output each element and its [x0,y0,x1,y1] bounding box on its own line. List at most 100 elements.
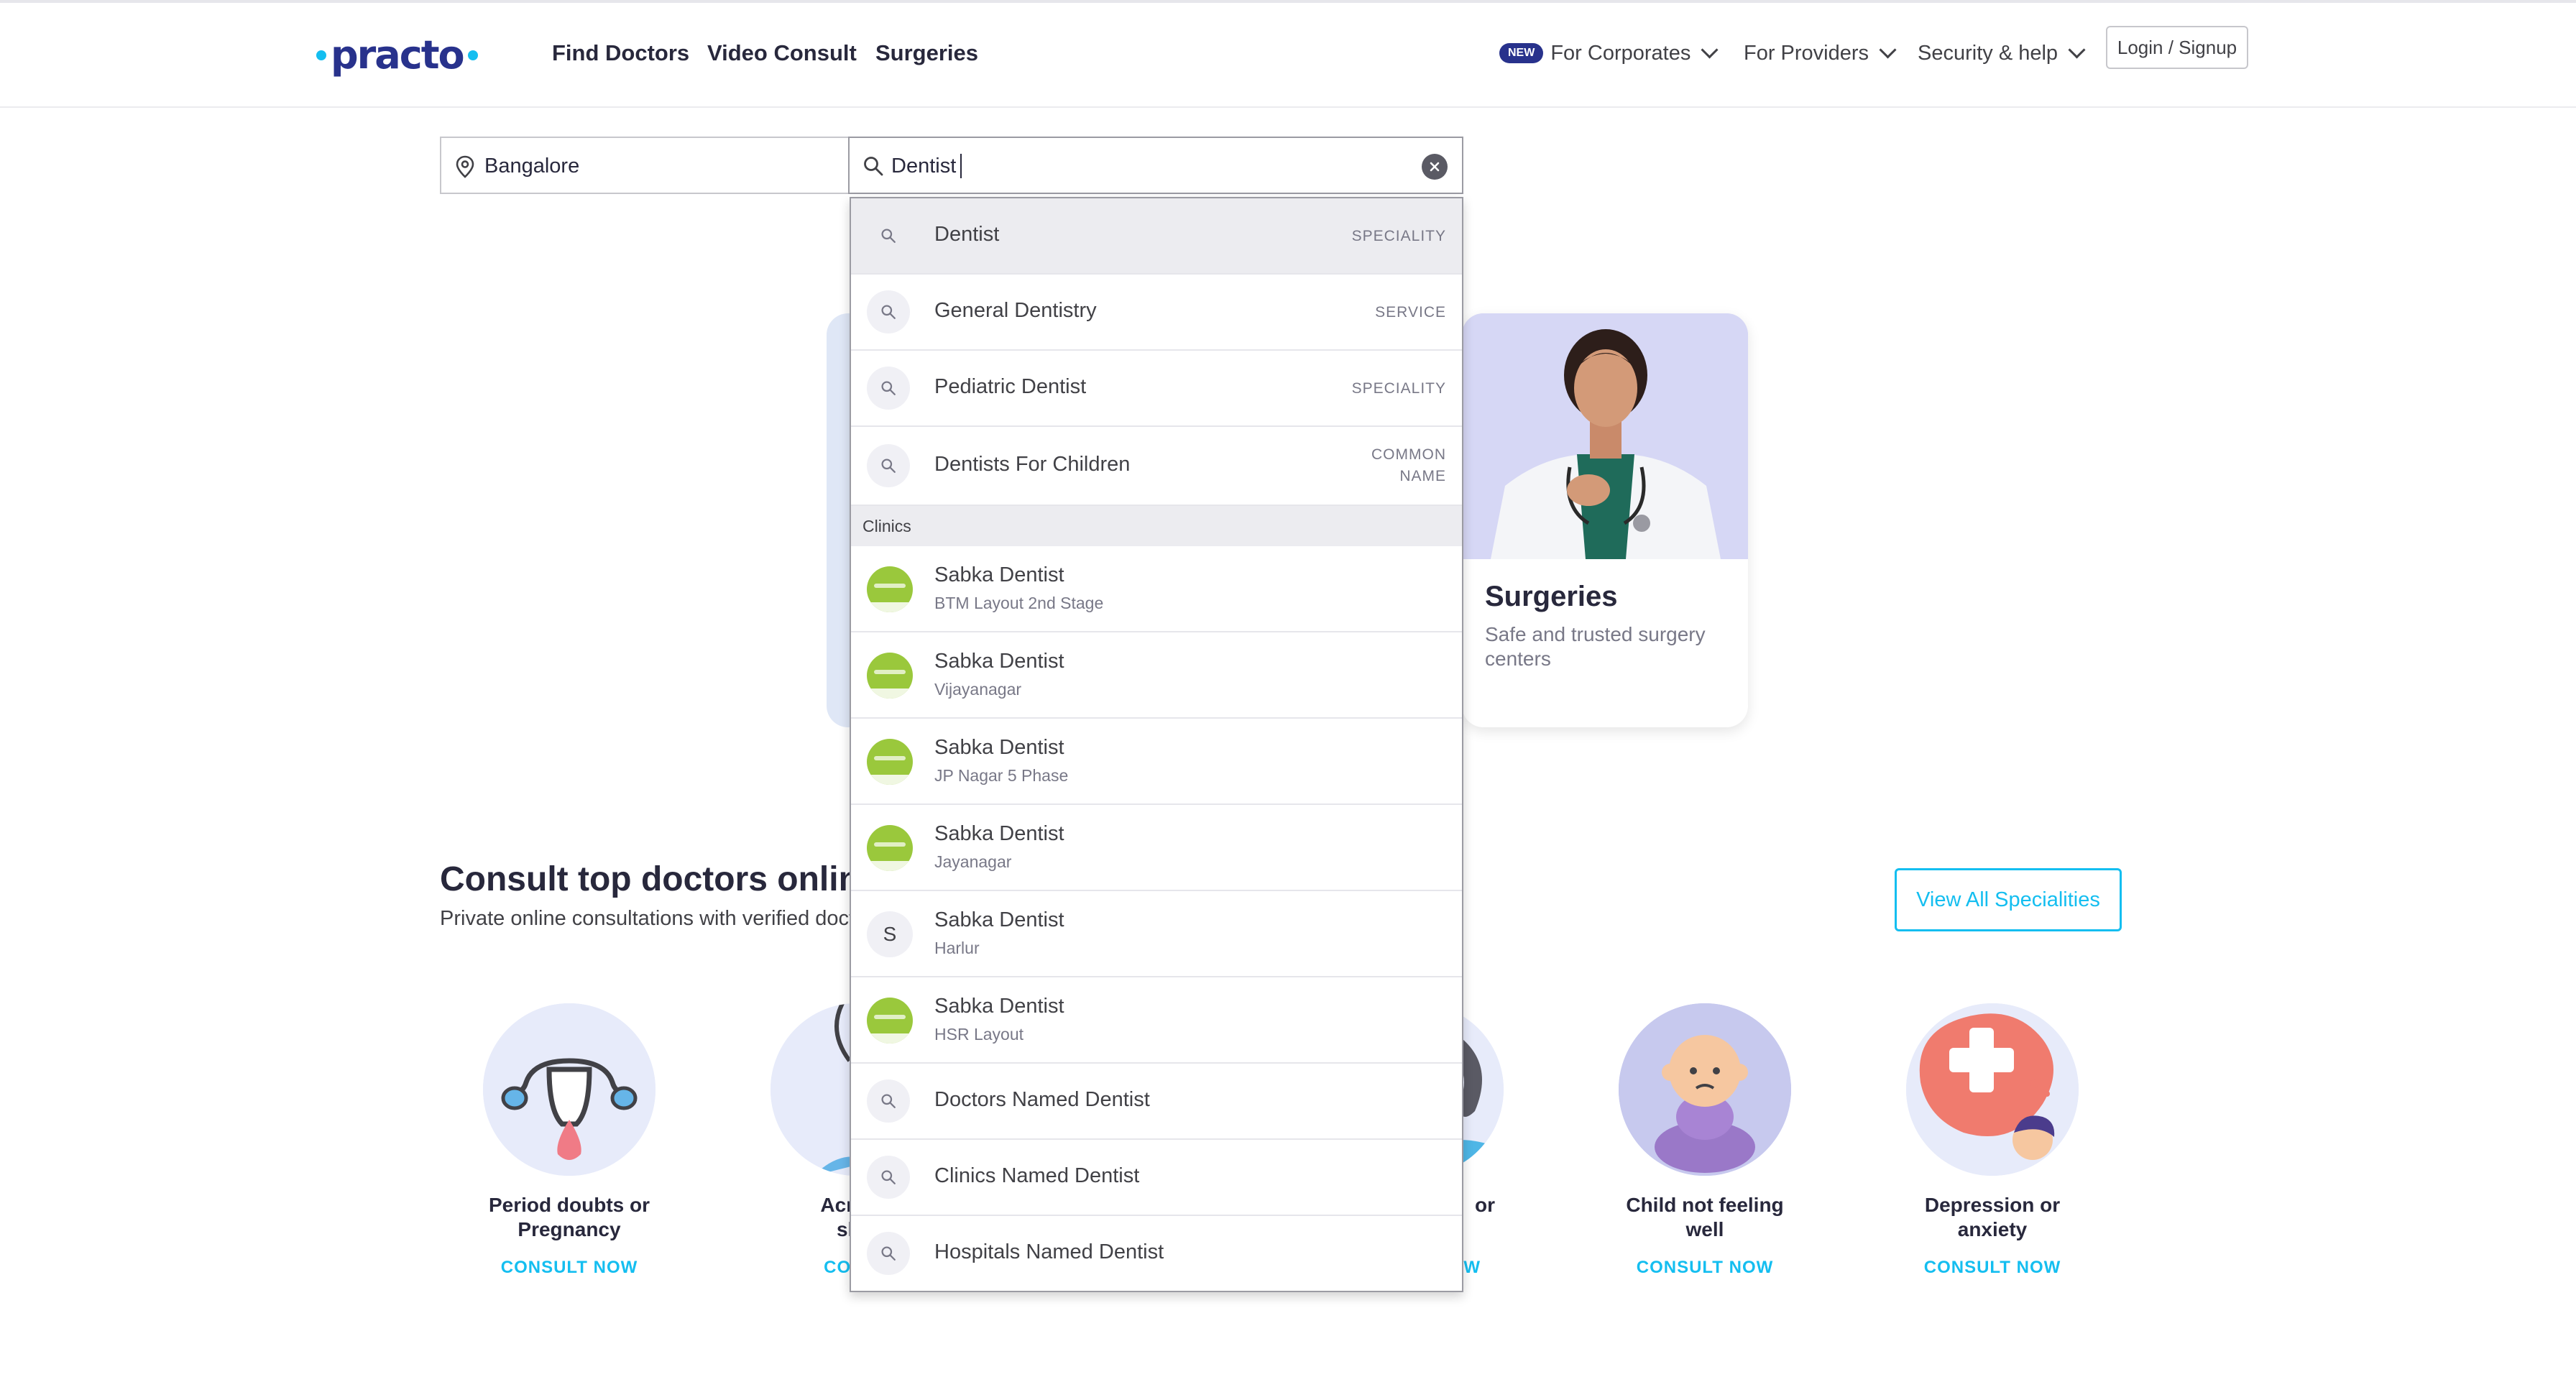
suggestion-type-line2: NAME [1399,468,1446,484]
suggestion-item[interactable]: Doctors Named Dentist [851,1064,1462,1140]
nav-security-help-label: Security & help [1918,42,2058,65]
consult-now-link-depression[interactable]: CONSULT NOW [1892,1258,2093,1278]
logo-dot-left [316,50,326,60]
suggestion-item[interactable]: Dentists For Children COMMON NAME [851,427,1462,506]
suggestion-label: Dentist [934,223,1000,246]
clinic-suggestion-item[interactable]: S Sabka Dentist Harlur [851,891,1462,977]
depression-anxiety-illustration[interactable] [1906,1003,2079,1176]
suggestion-item[interactable]: Pediatric Dentist SPECIALITY [851,351,1462,427]
period-pregnancy-illustration[interactable] [483,1003,656,1176]
practo-logo[interactable]: practo [316,30,478,80]
location-input[interactable] [484,149,829,183]
clinic-area: JP Nagar 5 Phase [934,766,1069,785]
suggestion-item[interactable]: Hospitals Named Dentist [851,1216,1462,1291]
speciality-name-depression: Depression or anxiety [1892,1193,2093,1242]
surgeries-card-title: Surgeries [1485,581,1618,612]
clinic-name: Sabka Dentist [934,908,1064,931]
clinic-suggestion-item[interactable]: Sabka Dentist HSR Layout [851,977,1462,1064]
consult-now-link-child[interactable]: CONSULT NOW [1604,1258,1806,1278]
surgeries-doctor-image [1462,313,1748,559]
speciality-name-line1: Period doubts or [489,1194,650,1216]
search-suggestions-dropdown: Dentist SPECIALITY General Dentistry SER… [850,197,1463,1292]
clinic-name: Sabka Dentist [934,822,1064,845]
nav-find-doctors[interactable]: Find Doctors [552,33,689,73]
nav-video-consult[interactable]: Video Consult [707,33,857,73]
clinic-name: Sabka Dentist [934,736,1064,759]
search-input[interactable] [891,149,1394,183]
suggestion-label: Dentists For Children [934,453,1131,476]
location-search-box[interactable] [440,137,851,194]
search-icon [862,155,884,180]
child-not-well-illustration[interactable] [1619,1003,1791,1176]
new-badge: NEW [1499,43,1544,63]
nav-security-help[interactable]: Security & help [1918,33,2086,73]
logo-dot-right [467,50,478,60]
clinic-area: Vijayanagar [934,680,1022,699]
map-pin-icon [456,155,474,182]
surgeries-card-subtitle: Safe and trusted surgery centers [1485,623,1706,670]
nav-surgeries[interactable]: Surgeries [875,33,978,73]
logo-text: practo [331,32,465,78]
close-circle-icon[interactable] [1422,154,1448,180]
nav-for-providers-label: For Providers [1744,42,1869,65]
nav-for-corporates[interactable]: NEW For Corporates [1499,33,1719,73]
search-icon [867,1232,910,1275]
site-header: practo Find Doctors Video Consult Surger… [0,3,2576,108]
search-icon [867,1156,910,1199]
chevron-down-icon [1879,40,1897,59]
chevron-down-icon [1701,40,1719,59]
suggestion-type: COMMON NAME [1371,444,1446,487]
speciality-name-line1: Depression or [1924,1194,2061,1216]
login-signup-button[interactable]: Login / Signup [2106,26,2248,69]
search-icon [867,214,910,257]
consult-now-link-period[interactable]: CONSULT NOW [469,1258,670,1278]
chevron-down-icon [2068,40,2086,59]
suggestion-type: SERVICE [1375,304,1446,321]
clinic-name: Sabka Dentist [934,650,1064,673]
speciality-name-period: Period doubts or Pregnancy [469,1193,670,1242]
suggestion-type-line1: COMMON [1371,446,1446,463]
clinic-suggestion-item[interactable]: Sabka Dentist Vijayanagar [851,632,1462,719]
surgeries-card[interactable]: Surgeries Safe and trusted surgery cente… [1462,313,1748,727]
clinic-area: BTM Layout 2nd Stage [934,594,1104,612]
doctor-search-box[interactable] [848,137,1463,194]
suggestion-label: Hospitals Named Dentist [934,1240,1164,1263]
speciality-name-line1: Child not feeling [1626,1194,1784,1216]
consult-section-subtitle: Private online consultations with verifi… [440,907,867,930]
clinic-initial-avatar: S [867,911,913,957]
clinic-logo-avatar [867,998,913,1044]
suggestion-type: SPECIALITY [1351,228,1446,244]
suggestion-label: Clinics Named Dentist [934,1164,1140,1187]
consult-section-title: Consult top doctors online [440,860,879,898]
clinic-logo-avatar [867,653,913,699]
search-icon [867,367,910,410]
view-all-specialities-button[interactable]: View All Specialities [1895,868,2122,931]
suggestion-label: General Dentistry [934,299,1097,322]
clinic-logo-avatar [867,739,913,785]
suggestion-label: Pediatric Dentist [934,375,1087,398]
clinic-suggestion-item[interactable]: Sabka Dentist BTM Layout 2nd Stage [851,546,1462,632]
speciality-name-line2: well [1685,1218,1724,1240]
clinic-area: Jayanagar [934,852,1012,871]
speciality-name-line2: Pregnancy [518,1218,621,1240]
suggestion-label: Doctors Named Dentist [934,1088,1150,1111]
clinic-name: Sabka Dentist [934,563,1064,586]
speciality-name-line2: anxiety [1957,1218,2028,1240]
suggestion-item[interactable]: Dentist SPECIALITY [851,198,1462,275]
clinic-suggestion-item[interactable]: Sabka Dentist JP Nagar 5 Phase [851,719,1462,805]
clinic-suggestion-item[interactable]: Sabka Dentist Jayanagar [851,805,1462,891]
suggestion-item[interactable]: General Dentistry SERVICE [851,275,1462,351]
speciality-name-child: Child not feeling well [1604,1193,1806,1242]
clinic-area: HSR Layout [934,1025,1024,1044]
search-icon [867,444,910,487]
search-icon [867,290,910,333]
clinic-logo-avatar [867,825,913,871]
text-caret [960,154,962,178]
clinic-area: Harlur [934,939,980,957]
search-icon [867,1079,910,1123]
nav-for-providers[interactable]: For Providers [1744,33,1897,73]
clinic-name: Sabka Dentist [934,995,1064,1018]
suggestion-item[interactable]: Clinics Named Dentist [851,1140,1462,1216]
suggestion-type: SPECIALITY [1351,380,1446,397]
clinics-section-header: Clinics [851,506,1462,546]
